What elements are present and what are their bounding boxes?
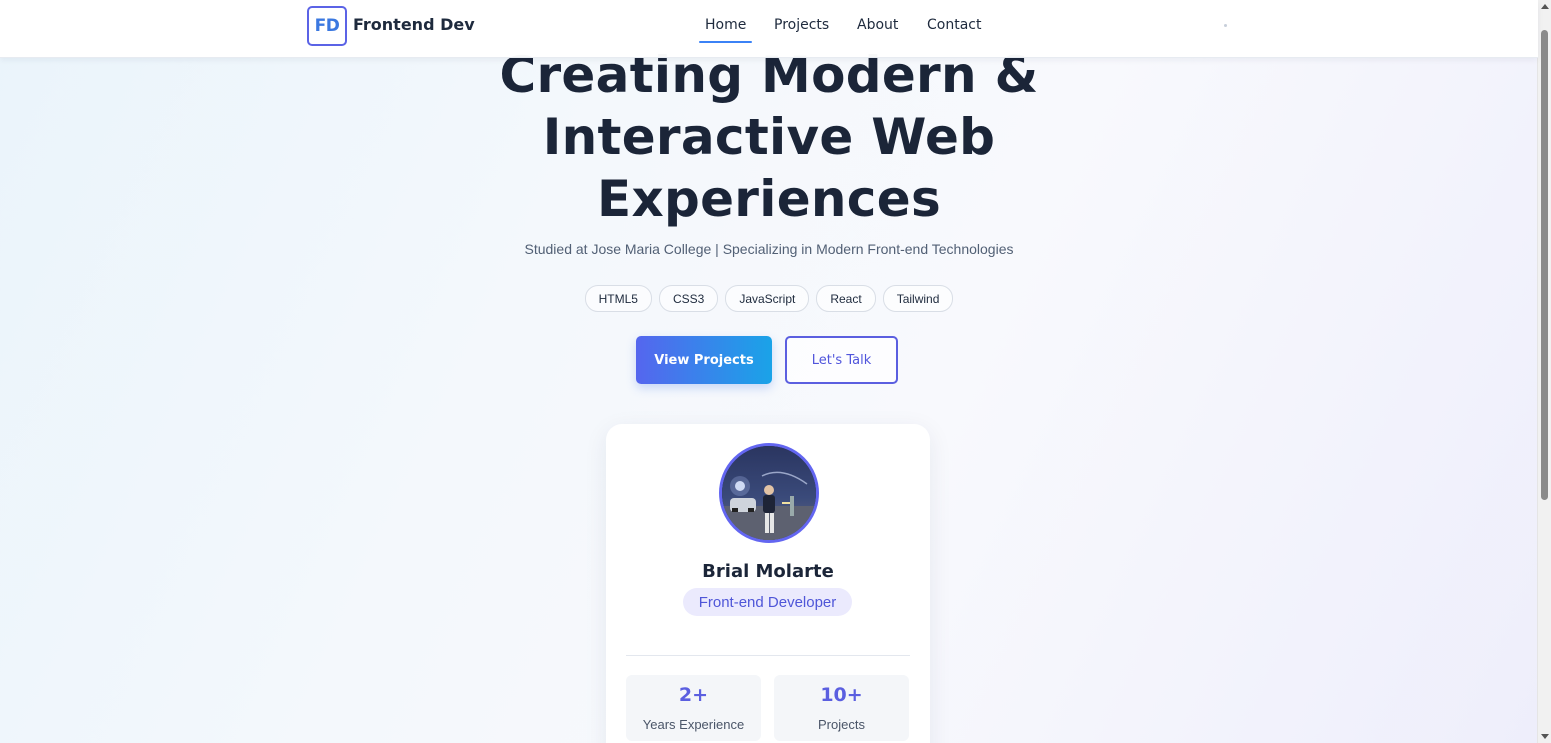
tech-tag-react: React xyxy=(816,285,876,312)
stat-experience: 2+ Years Experience xyxy=(626,675,761,741)
navbar: FD Frontend Dev Home Projects About Cont… xyxy=(0,0,1538,58)
stat-projects: 10+ Projects xyxy=(774,675,909,741)
stat-value: 2+ xyxy=(678,684,709,706)
nav-link-projects[interactable]: Projects xyxy=(774,17,829,33)
logo-text[interactable]: Frontend Dev xyxy=(353,15,475,34)
hero-title: Creating Modern & Interactive Web Experi… xyxy=(0,44,1538,230)
profile-photo-icon xyxy=(722,446,816,540)
profile-card: Brial Molarte Front-end Developer 2+ Yea… xyxy=(606,424,930,743)
stat-label: Projects xyxy=(818,717,865,732)
page-scrollbar[interactable] xyxy=(1537,0,1551,743)
nav-link-about[interactable]: About xyxy=(857,17,898,33)
tech-tag-html5: HTML5 xyxy=(584,285,652,312)
nav-link-home[interactable]: Home xyxy=(698,17,753,43)
view-projects-button[interactable]: View Projects xyxy=(636,336,772,384)
nav-link-contact[interactable]: Contact xyxy=(927,17,981,33)
tech-tags: HTML5 CSS3 JavaScript React Tailwind xyxy=(0,285,1538,312)
stat-value: 10+ xyxy=(820,684,863,706)
avatar xyxy=(719,443,819,543)
hero-subtitle: Studied at Jose Maria College | Speciali… xyxy=(524,241,1014,257)
logo-badge[interactable]: FD xyxy=(307,6,347,46)
divider xyxy=(626,655,910,656)
hero-title-line: Experiences xyxy=(596,170,942,228)
tech-tag-javascript: JavaScript xyxy=(725,285,810,312)
tech-tag-tailwind: Tailwind xyxy=(882,285,954,312)
scroll-down-arrow-icon[interactable] xyxy=(1541,734,1549,739)
hero-title-line: Interactive Web xyxy=(542,108,996,166)
tech-tag-css3: CSS3 xyxy=(658,285,719,312)
stat-label: Years Experience xyxy=(642,717,745,732)
lets-talk-button[interactable]: Let's Talk xyxy=(785,336,898,384)
role-badge: Front-end Developer xyxy=(683,588,852,616)
theme-dot-icon xyxy=(1224,24,1227,27)
profile-name: Brial Molarte xyxy=(702,561,834,582)
scroll-up-arrow-icon[interactable] xyxy=(1541,4,1549,9)
scroll-thumb[interactable] xyxy=(1541,30,1548,500)
